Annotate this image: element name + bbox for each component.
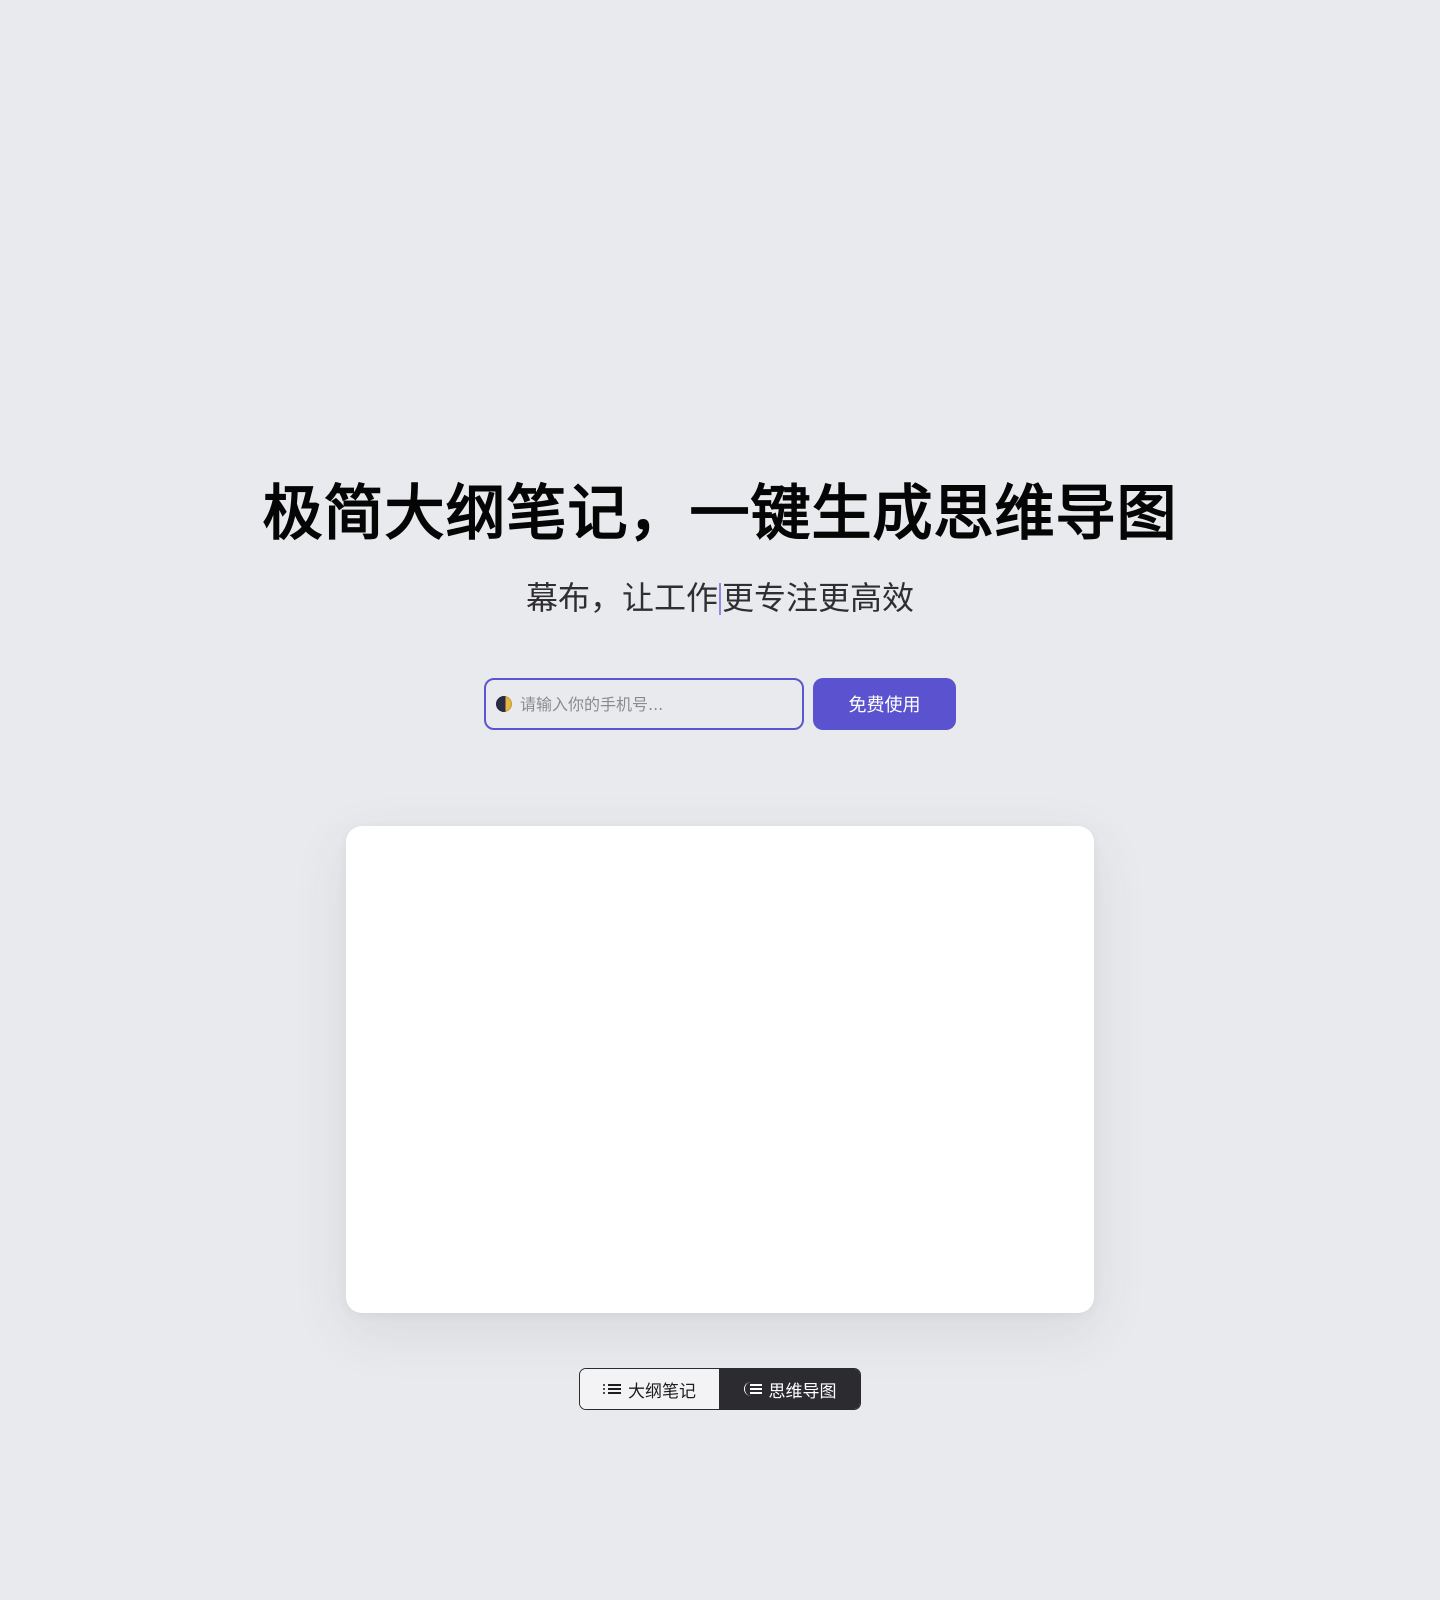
tab-mindmap-label: 思维导图 xyxy=(768,1381,837,1402)
landing-page: 极简大纲笔记，一键生成思维导图 幕布，让工作更专注更高效 免费使用 大纲笔记 xyxy=(0,0,1440,1600)
tab-outline-notes[interactable]: 大纲笔记 xyxy=(580,1369,720,1409)
mode-switch: 大纲笔记 思维导图 xyxy=(579,1368,861,1410)
signup-form: 免费使用 xyxy=(484,678,956,730)
list-icon xyxy=(603,1382,621,1396)
phone-input[interactable] xyxy=(520,689,790,719)
hero-title: 极简大纲笔记，一键生成思维导图 xyxy=(262,479,1178,549)
free-use-button[interactable]: 免费使用 xyxy=(813,678,956,730)
typing-caret xyxy=(719,583,721,615)
phone-field[interactable] xyxy=(484,678,804,730)
moon-icon xyxy=(496,696,512,712)
subtitle-before-caret: 幕布，让工作 xyxy=(525,579,718,617)
hero-subtitle: 幕布，让工作 更专注更高效 xyxy=(0,578,1440,618)
subtitle-after-caret: 更专注更高效 xyxy=(722,579,915,617)
tree-icon xyxy=(743,1382,762,1396)
tab-outline-label: 大纲笔记 xyxy=(628,1381,696,1402)
tab-mindmap[interactable]: 思维导图 xyxy=(720,1369,860,1409)
preview-card xyxy=(346,826,1094,1313)
